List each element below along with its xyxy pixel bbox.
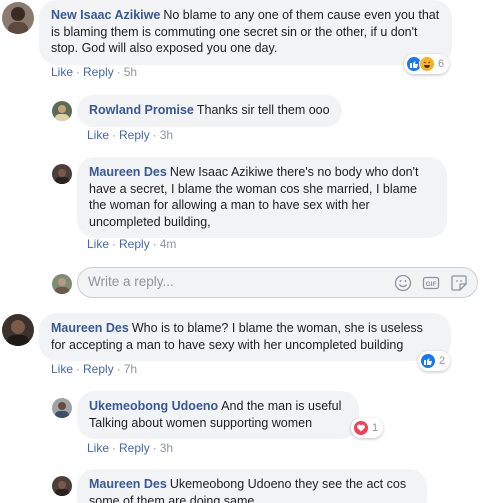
reply-link[interactable]: Reply [83, 362, 114, 376]
timestamp[interactable]: 4m [160, 237, 177, 251]
reply-input[interactable] [88, 274, 368, 289]
commenter-name[interactable]: Rowland Promise [89, 103, 194, 117]
avatar[interactable] [52, 398, 72, 418]
like-link[interactable]: Like [51, 362, 73, 376]
like-link[interactable]: Like [87, 441, 109, 455]
comment-bubble: New Isaac Azikiwe No blame to any one of … [39, 0, 452, 65]
commenter-name[interactable]: Maureen Des [89, 165, 167, 179]
timestamp[interactable]: 7h [124, 362, 137, 376]
reply-link[interactable]: Reply [119, 237, 150, 251]
comment-actions: Like · Reply · 3h [87, 441, 174, 455]
reply-bubble: Maureen Des Ukemeobong Udoeno they see th… [77, 469, 427, 503]
gif-icon[interactable]: GIF [422, 274, 440, 292]
like-link[interactable]: Like [87, 128, 109, 142]
comment-text: Thanks sir tell them ooo [196, 103, 330, 117]
reaction-count: 1 [372, 422, 379, 434]
haha-reaction-icon [419, 56, 435, 72]
reply-composer[interactable]: GIF [77, 267, 478, 298]
comment-actions: Like · Reply · 5h [51, 65, 138, 79]
svg-text:GIF: GIF [426, 281, 437, 288]
reaction-summary[interactable]: 2 [418, 351, 451, 371]
timestamp[interactable]: 3h [160, 441, 173, 455]
reaction-summary[interactable]: 6 [404, 54, 450, 74]
avatar[interactable] [52, 164, 72, 184]
avatar[interactable] [52, 101, 72, 121]
avatar[interactable] [2, 2, 34, 34]
timestamp[interactable]: 3h [160, 128, 173, 142]
timestamp[interactable]: 5h [124, 65, 137, 79]
commenter-name[interactable]: Maureen Des [89, 477, 167, 491]
comment-actions: Like · Reply · 7h [51, 362, 138, 376]
like-reaction-icon [420, 353, 436, 369]
love-reaction-icon [353, 420, 369, 436]
commenter-name[interactable]: New Isaac Azikiwe [51, 8, 160, 22]
avatar [52, 274, 72, 294]
reply-bubble: Maureen Des New Isaac Azikiwe there's no … [77, 157, 447, 238]
comment-actions: Like · Reply · 3h [87, 128, 174, 142]
comment-bubble: Maureen Des Who is to blame? I blame the … [39, 313, 451, 361]
commenter-name[interactable]: Maureen Des [51, 321, 129, 335]
like-link[interactable]: Like [87, 237, 109, 251]
reply-link[interactable]: Reply [119, 128, 150, 142]
reply-bubble: Rowland Promise Thanks sir tell them ooo [77, 95, 342, 127]
comment-actions: Like · Reply · 4m [87, 237, 177, 251]
avatar[interactable] [52, 476, 72, 496]
avatar[interactable] [2, 314, 34, 346]
commenter-name[interactable]: Ukemeobong Udoeno [89, 399, 218, 413]
emoji-icon[interactable] [394, 274, 412, 292]
like-link[interactable]: Like [51, 65, 73, 79]
reply-link[interactable]: Reply [119, 441, 150, 455]
reply-link[interactable]: Reply [83, 65, 114, 79]
sticker-icon[interactable] [450, 274, 468, 292]
reply-bubble: Ukemeobong Udoeno And the man is useful T… [77, 391, 359, 439]
reaction-count: 6 [438, 58, 445, 70]
reaction-count: 2 [439, 355, 446, 367]
reaction-summary[interactable]: 1 [351, 418, 384, 438]
